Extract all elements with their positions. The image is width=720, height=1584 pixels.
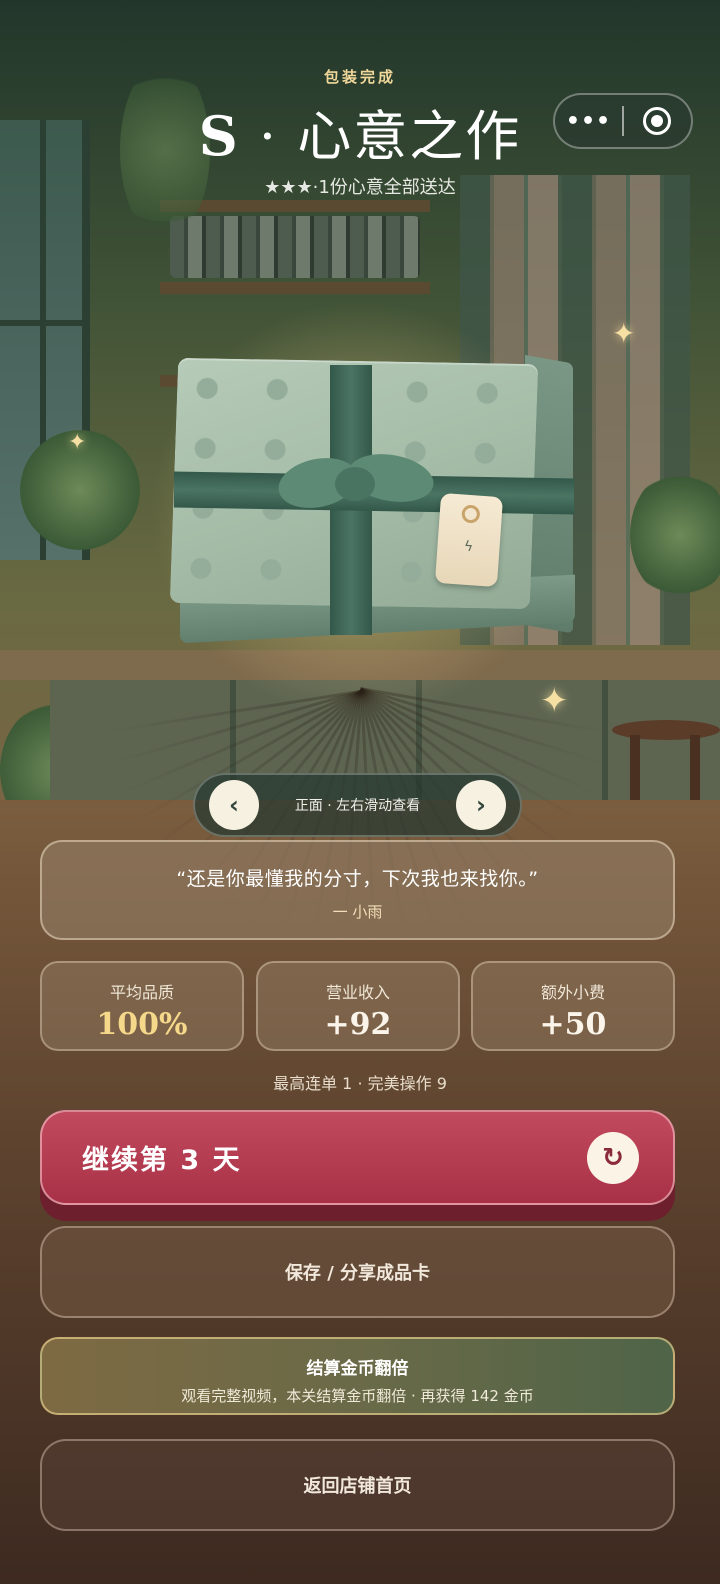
ribbon-rolls bbox=[170, 216, 420, 278]
combo-summary: 最高连单 1 · 完美操作 9 bbox=[273, 1074, 447, 1093]
gift-box[interactable]: ϟ bbox=[169, 355, 580, 645]
sparkle-icon: ✦ bbox=[612, 317, 636, 350]
status-label: 包装完成 bbox=[323, 68, 396, 86]
sparkle-icon: ✦ bbox=[68, 430, 87, 455]
stat-value: 100% bbox=[96, 1007, 188, 1042]
star-rating: ★★★ bbox=[264, 177, 313, 198]
stat-revenue: 营业收入 +92 bbox=[256, 961, 460, 1051]
target-close-icon[interactable] bbox=[624, 107, 691, 135]
review-author: 一 小雨 bbox=[332, 903, 383, 921]
continue-day-button[interactable]: 继续第 3 天 ↻ bbox=[40, 1110, 675, 1205]
rating-text: ·1份心意全部送达 bbox=[312, 177, 456, 198]
tag-hole bbox=[461, 504, 481, 524]
stat-label: 营业收入 bbox=[325, 983, 390, 1002]
view-label: 正面 · 左右滑动查看 bbox=[294, 798, 421, 814]
stool bbox=[612, 720, 720, 740]
sparkle-icon: ✦ bbox=[540, 681, 569, 721]
bow-knot bbox=[335, 467, 375, 501]
stat-label: 平均品质 bbox=[109, 983, 174, 1002]
rating-line: ★★★·1份心意全部送达 bbox=[0, 173, 720, 199]
view-switcher: ‹ 正面 · 左右滑动查看 › bbox=[193, 773, 522, 837]
return-home-button[interactable]: 返回店铺首页 bbox=[40, 1439, 675, 1531]
double-coins-title: 结算金币翻倍 bbox=[306, 1359, 409, 1379]
double-coins-button[interactable]: 结算金币翻倍 观看完整视频，本关结算金币翻倍 · 再获得 142 金币 bbox=[40, 1337, 675, 1415]
plant bbox=[630, 470, 720, 600]
stat-value: +50 bbox=[539, 1007, 607, 1042]
grade-letter: S bbox=[198, 104, 240, 168]
gift-tag: ϟ bbox=[434, 492, 504, 588]
next-view-button[interactable]: › bbox=[455, 780, 506, 830]
save-share-button[interactable]: 保存 / 分享成品卡 bbox=[40, 1226, 675, 1318]
miniprogram-capsule: ••• bbox=[553, 93, 693, 149]
refresh-icon: ↻ bbox=[587, 1131, 639, 1184]
double-coins-desc: 观看完整视频，本关结算金币翻倍 · 再获得 142 金币 bbox=[181, 1387, 534, 1405]
tag-mark: ϟ bbox=[463, 538, 474, 556]
title-separator: · bbox=[258, 105, 279, 168]
customer-review-card: “还是你最懂我的分寸，下次我也来找你。” 一 小雨 bbox=[40, 840, 675, 940]
prev-view-button[interactable]: ‹ bbox=[209, 780, 259, 830]
continue-label: 继续第 3 天 bbox=[82, 1145, 242, 1176]
stat-label: 额外小费 bbox=[540, 983, 605, 1002]
stat-tips: 额外小费 +50 bbox=[471, 961, 675, 1051]
review-quote: “还是你最懂我的分寸，下次我也来找你。” bbox=[176, 868, 539, 890]
more-dots-icon[interactable]: ••• bbox=[555, 109, 622, 134]
shelf bbox=[160, 282, 430, 294]
title-text: 心意之作 bbox=[297, 105, 522, 168]
stat-quality: 平均品质 100% bbox=[40, 961, 244, 1051]
stat-value: +92 bbox=[324, 1007, 392, 1042]
